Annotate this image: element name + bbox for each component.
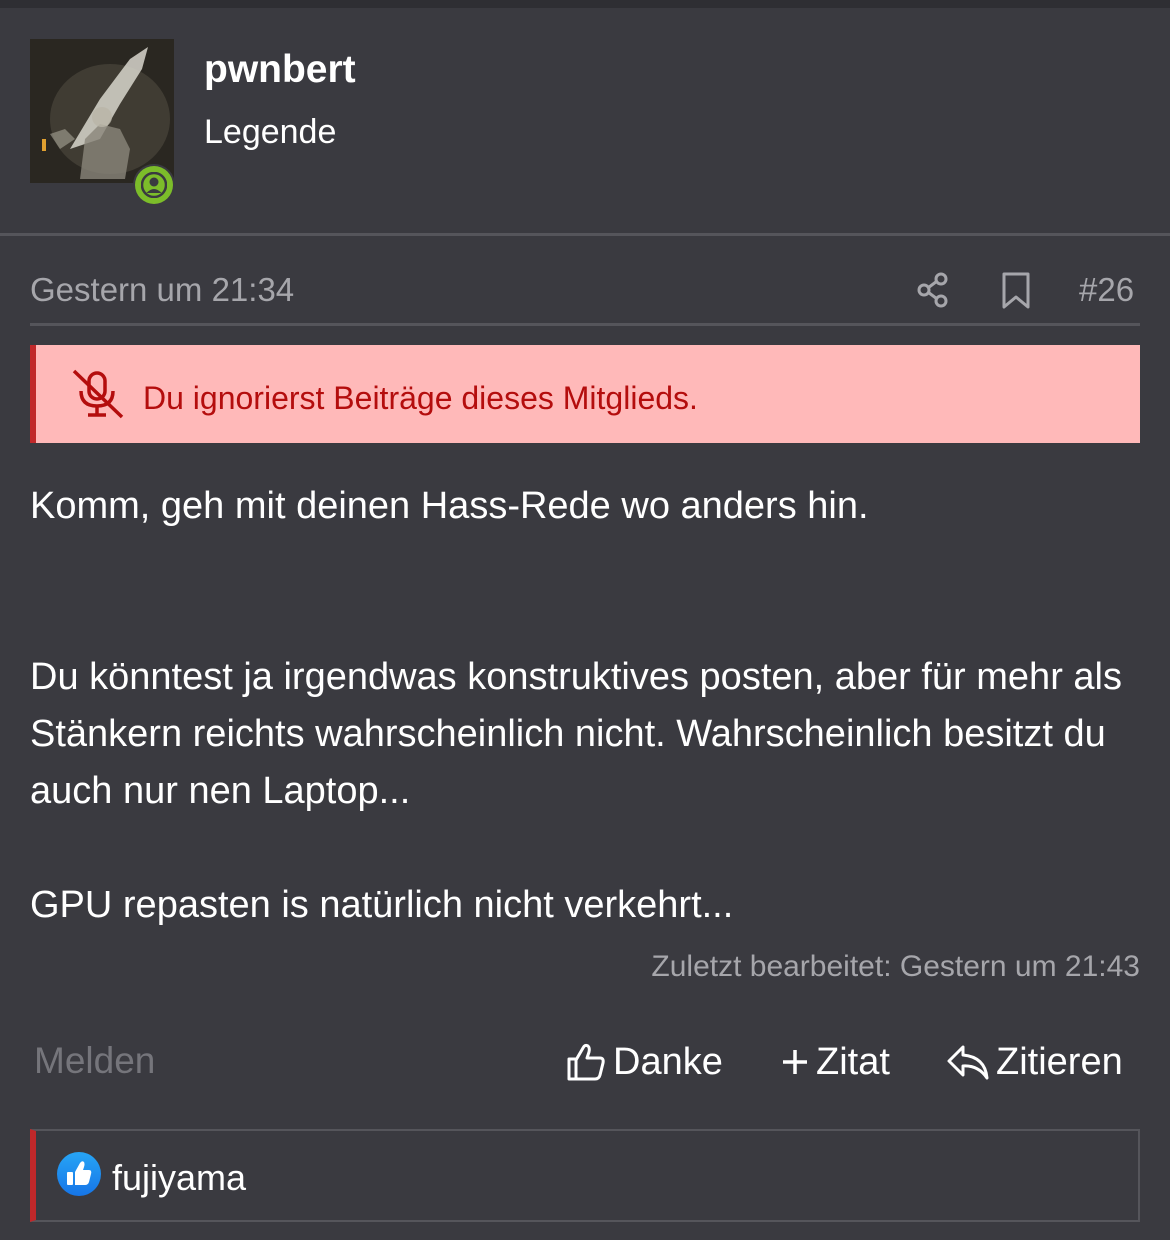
post-paragraph: GPU repasten is natürlich nicht verkehrt…	[30, 884, 734, 926]
last-edited-note: Zuletzt bearbeitet: Gestern um 21:43	[651, 950, 1140, 983]
reply-arrow-icon	[947, 1045, 989, 1080]
muted-microphone-icon	[72, 369, 124, 419]
user-title: Legende	[204, 113, 337, 151]
thumbs-up-icon	[567, 1043, 605, 1081]
bookmark-icon	[1002, 272, 1030, 309]
report-link[interactable]: Melden	[34, 1040, 155, 1082]
plus-quote-label: Zitat	[816, 1040, 890, 1083]
quote-label: Zitieren	[996, 1040, 1123, 1083]
top-bar	[0, 0, 1170, 8]
like-icon	[57, 1152, 101, 1196]
thanks-button[interactable]: Danke	[565, 1037, 723, 1087]
avatar-image	[30, 39, 174, 183]
share-button[interactable]	[914, 270, 954, 310]
post-paragraph: Du könntest ja irgendwas konstruktives p…	[30, 656, 1122, 812]
reactions-bar[interactable]: fujiyama	[30, 1129, 1140, 1222]
plus-quote-button[interactable]: Zitat	[780, 1037, 890, 1087]
reaction-user[interactable]: fujiyama	[112, 1157, 246, 1199]
thanks-label: Danke	[613, 1040, 723, 1083]
meta-divider	[30, 323, 1140, 326]
header-divider	[0, 233, 1170, 236]
bookmark-button[interactable]	[996, 270, 1036, 310]
ignore-notice: Du ignorierst Beiträge dieses Mitglieds.	[30, 345, 1140, 443]
user-header: pwnbert Legende	[0, 8, 1170, 234]
plus-icon	[783, 1050, 807, 1074]
ignore-notice-text: Du ignorierst Beiträge dieses Mitglieds.	[143, 380, 698, 416]
avatar[interactable]	[30, 39, 174, 183]
online-status-badge	[133, 164, 175, 206]
quote-button[interactable]: Zitieren	[946, 1037, 1123, 1087]
username[interactable]: pwnbert	[204, 48, 356, 92]
post-number[interactable]: #26	[1079, 271, 1134, 309]
post-body: Komm, geh mit deinen Hass-Rede wo anders…	[30, 478, 1140, 934]
post-date[interactable]: Gestern um 21:34	[30, 271, 294, 309]
post-paragraph: Komm, geh mit deinen Hass-Rede wo anders…	[30, 485, 869, 527]
share-icon	[917, 272, 948, 308]
user-icon	[141, 172, 167, 198]
